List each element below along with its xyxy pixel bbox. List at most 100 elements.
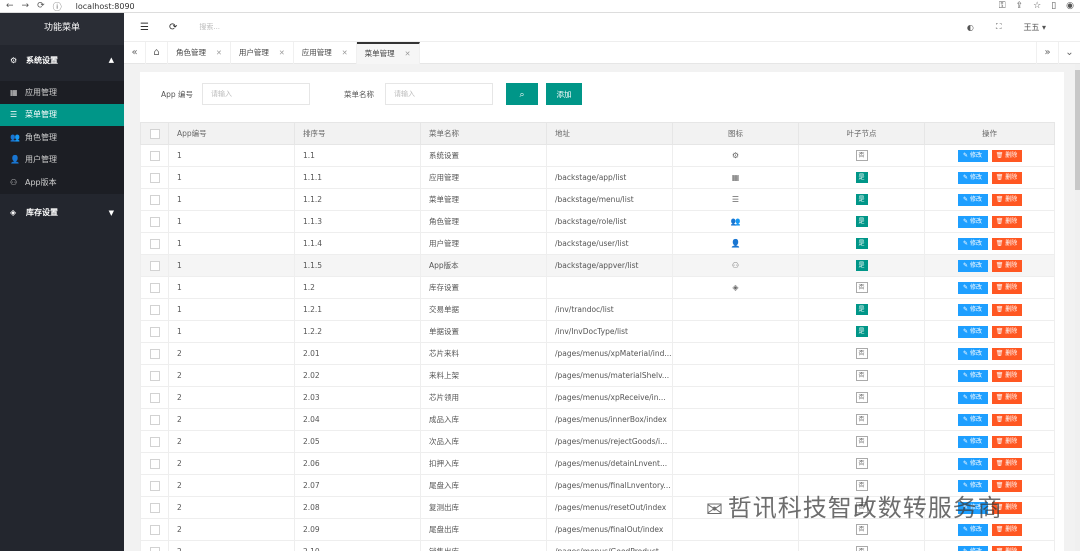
delete-button[interactable]: 🗑 删除 [991,171,1022,184]
forward-icon[interactable]: → [22,1,30,11]
row-checkbox[interactable] [140,342,169,365]
edit-button[interactable]: ✎ 修改 [957,435,988,448]
delete-button[interactable]: 🗑 删除 [991,391,1022,404]
fullscreen-icon[interactable]: ⛶ [996,22,1002,32]
delete-button[interactable]: 🗑 删除 [991,435,1022,448]
sidebar-item-menu[interactable]: ☰ 菜单管理 [0,103,124,126]
delete-button[interactable]: 🗑 删除 [991,523,1022,536]
menu-row-icon: 👥 [730,217,741,226]
layers-icon: ◈ [10,208,17,217]
edit-button[interactable]: ✎ 修改 [957,413,988,426]
profile-icon[interactable]: ◉ [1066,1,1074,11]
scroll-right-icon[interactable]: » [1036,41,1058,64]
table-row: 2 2.02 来料上架/pages/menus/materialShelv... 否 ✎… [140,364,1055,387]
sidebar-group-system[interactable]: ⚙ 系统设置 ▲ [0,47,124,73]
row-checkbox[interactable] [140,518,169,541]
row-checkbox[interactable] [140,540,169,551]
user-menu[interactable]: 王五 ▾ [1023,22,1046,33]
delete-button[interactable]: 🗑 删除 [991,545,1022,551]
sidebar-item-app[interactable]: ▦ 应用管理 [0,81,124,104]
cell-leaf: 否 [798,144,925,167]
search-button[interactable]: ⌕ [506,83,538,105]
delete-button[interactable]: 🗑 删除 [991,325,1022,338]
delete-button[interactable]: 🗑 删除 [991,149,1022,162]
tab-user[interactable]: 用户管理 ✕ [231,41,294,64]
row-checkbox[interactable] [140,474,169,497]
add-button[interactable]: 添加 [546,83,582,105]
sidepanel-icon[interactable]: ▯ [1051,1,1056,11]
tab-app[interactable]: 应用管理 ✕ [294,41,357,64]
edit-button[interactable]: ✎ 修改 [957,303,988,316]
row-checkbox[interactable] [140,276,169,299]
row-checkbox[interactable] [140,386,169,409]
row-checkbox[interactable] [140,364,169,387]
edit-button[interactable]: ✎ 修改 [957,391,988,404]
scroll-left-icon[interactable]: « [124,41,146,64]
edit-button[interactable]: ✎ 修改 [957,457,988,470]
row-checkbox[interactable] [140,496,169,519]
row-checkbox[interactable] [140,210,169,233]
edit-button[interactable]: ✎ 修改 [957,149,988,162]
cell-menu-name: 复测出库 [420,496,547,519]
delete-button[interactable]: 🗑 删除 [991,347,1022,360]
delete-button[interactable]: 🗑 删除 [991,259,1022,272]
sidebar-group-inventory[interactable]: ◈ 库存设置 ▼ [0,200,124,226]
row-checkbox[interactable] [140,452,169,475]
row-checkbox[interactable] [140,166,169,189]
delete-button[interactable]: 🗑 删除 [991,193,1022,206]
edit-button[interactable]: ✎ 修改 [957,237,988,250]
close-icon[interactable]: ✕ [405,50,411,58]
row-checkbox[interactable] [140,254,169,277]
close-icon[interactable]: ✕ [279,49,285,57]
edit-button[interactable]: ✎ 修改 [957,545,988,551]
row-checkbox[interactable] [140,320,169,343]
share-icon[interactable]: ⇪ [1016,1,1024,11]
cell-menu-name: 库存设置 [420,276,547,299]
key-icon[interactable]: ⚿ [999,1,1006,11]
tab-menu[interactable]: 菜单管理 ✕ [356,41,420,64]
edit-button[interactable]: ✎ 修改 [957,259,988,272]
row-checkbox[interactable] [140,430,169,453]
close-icon[interactable]: ✕ [342,49,348,57]
edit-button[interactable]: ✎ 修改 [957,171,988,184]
tab-role[interactable]: 角色管理 ✕ [168,41,231,64]
back-icon[interactable]: ← [6,1,14,11]
sidebar-item-role[interactable]: 👥 角色管理 [0,126,124,149]
edit-button[interactable]: ✎ 修改 [957,325,988,338]
delete-button[interactable]: 🗑 删除 [991,413,1022,426]
edit-button[interactable]: ✎ 修改 [957,281,988,294]
collapse-menu-icon[interactable]: ☰ [140,22,149,33]
chevron-down-icon[interactable]: ⌄ [1058,41,1080,64]
row-checkbox[interactable] [140,408,169,431]
star-icon[interactable]: ☆ [1033,1,1041,11]
row-checkbox[interactable] [140,144,169,167]
sidebar-item-user[interactable]: 👤 用户管理 [0,148,124,171]
row-checkbox[interactable] [140,188,169,211]
delete-button[interactable]: 🗑 删除 [991,281,1022,294]
delete-button[interactable]: 🗑 删除 [991,237,1022,250]
header-search[interactable]: 搜索... [199,22,220,32]
select-all-checkbox[interactable] [140,122,169,145]
scrollbar-thumb[interactable] [1075,70,1080,190]
info-icon[interactable]: ⓘ [53,0,62,13]
theme-icon[interactable]: ◐ [967,23,974,32]
sidebar-item-appver[interactable]: ⚇ App版本 [0,171,124,194]
delete-button[interactable]: 🗑 删除 [991,457,1022,470]
edit-button[interactable]: ✎ 修改 [957,523,988,536]
home-icon[interactable]: ⌂ [146,41,168,64]
edit-button[interactable]: ✎ 修改 [957,369,988,382]
delete-button[interactable]: 🗑 删除 [991,369,1022,382]
refresh-icon[interactable]: ⟳ [169,22,177,33]
edit-button[interactable]: ✎ 修改 [957,193,988,206]
delete-button[interactable]: 🗑 删除 [991,215,1022,228]
app-id-input[interactable]: 请输入 [202,83,310,105]
edit-button[interactable]: ✎ 修改 [957,215,988,228]
edit-button[interactable]: ✎ 修改 [957,347,988,360]
row-checkbox[interactable] [140,232,169,255]
delete-button[interactable]: 🗑 删除 [991,303,1022,316]
close-icon[interactable]: ✕ [216,49,222,57]
address-bar[interactable]: localhost:8090 [76,2,135,11]
menu-name-input[interactable]: 请输入 [385,83,493,105]
reload-icon[interactable]: ⟳ [37,1,45,11]
row-checkbox[interactable] [140,298,169,321]
